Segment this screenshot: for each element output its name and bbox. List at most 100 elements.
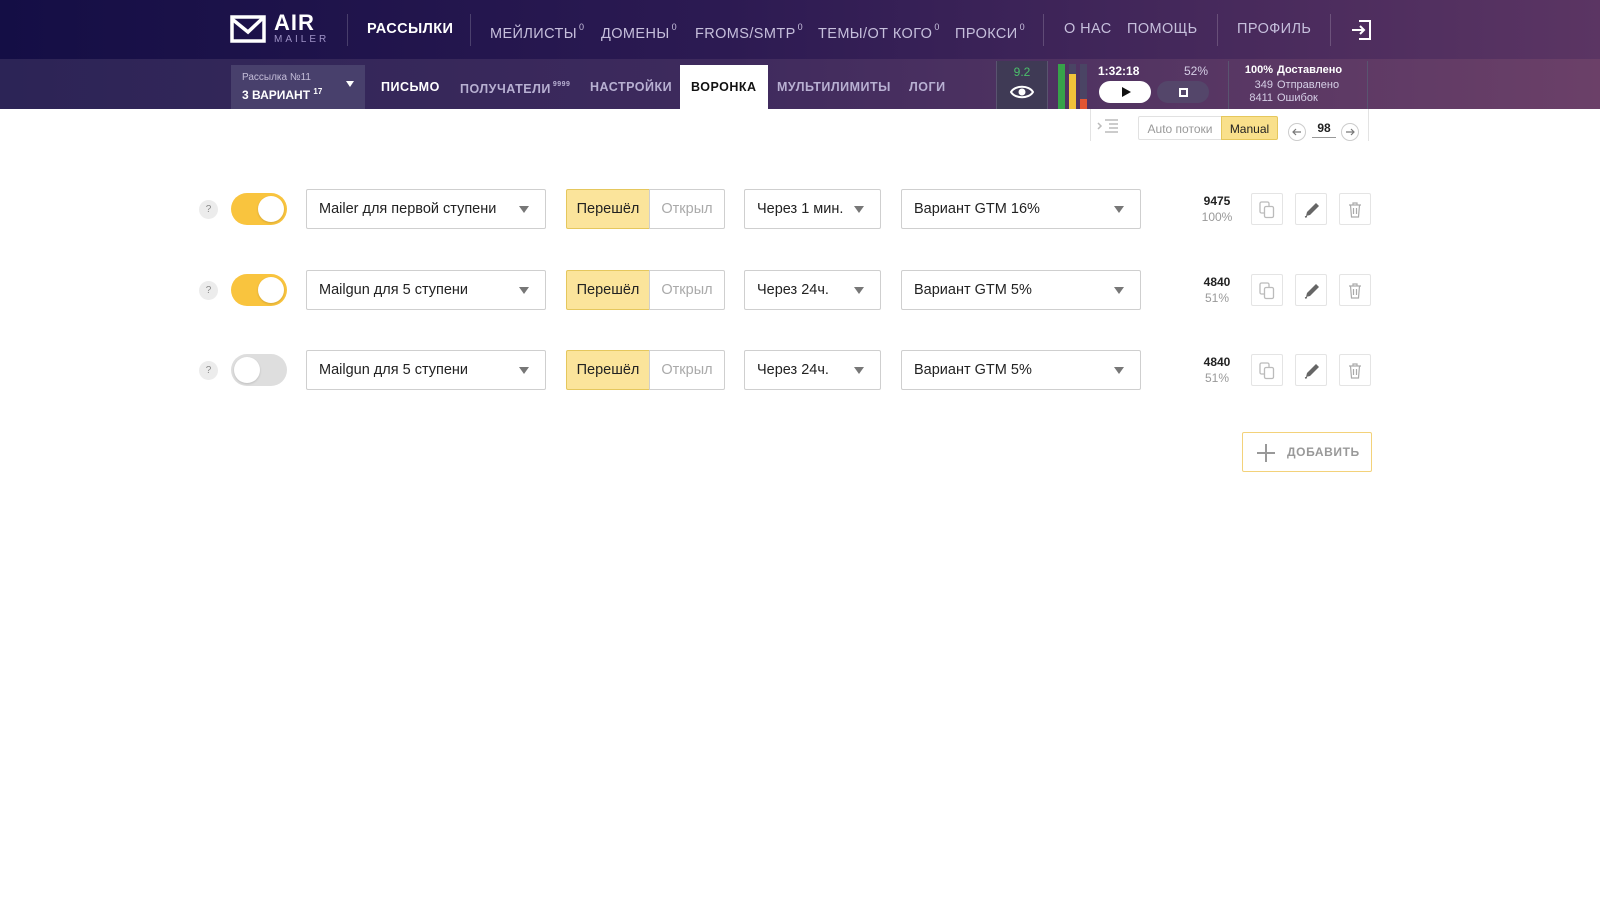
edit-button[interactable] bbox=[1295, 354, 1327, 386]
funnel-row: ? Mailer для первой ступени Перешёл Откр… bbox=[0, 189, 1600, 229]
condition-clicked[interactable]: Перешёл bbox=[566, 270, 650, 310]
sender-select[interactable]: Mailgun для 5 ступени bbox=[306, 270, 546, 310]
condition-clicked[interactable]: Перешёл bbox=[566, 350, 650, 390]
arrow-left-icon bbox=[1292, 128, 1301, 136]
add-step-button[interactable]: Добавить bbox=[1242, 432, 1372, 472]
logout-icon[interactable] bbox=[1350, 19, 1372, 41]
condition-opened[interactable]: Открыл bbox=[649, 350, 725, 390]
chevron-down-icon bbox=[854, 206, 864, 213]
delay-select[interactable]: Через 24ч. bbox=[744, 270, 881, 310]
funnel-row: ? Mailgun для 5 ступени Перешёл Открыл Ч… bbox=[0, 350, 1600, 390]
step-toggle[interactable] bbox=[231, 193, 287, 225]
divider bbox=[1043, 14, 1044, 46]
preview-button[interactable]: 9.2 bbox=[996, 61, 1048, 109]
funnel-row: ? Mailgun для 5 ступени Перешёл Открыл Ч… bbox=[0, 270, 1600, 310]
copy-button[interactable] bbox=[1251, 354, 1283, 386]
delay-select[interactable]: Через 24ч. bbox=[744, 350, 881, 390]
threads-list-icon[interactable] bbox=[1097, 118, 1119, 134]
copy-button[interactable] bbox=[1251, 274, 1283, 306]
divider bbox=[1217, 14, 1218, 46]
condition-clicked[interactable]: Перешёл bbox=[566, 189, 650, 229]
variant-select[interactable]: Вариант GTM 5% bbox=[901, 350, 1141, 390]
step-toggle[interactable] bbox=[231, 354, 287, 386]
tab-recipients[interactable]: Получатели 9999 bbox=[460, 65, 570, 109]
nav-item-subjects[interactable]: Темы/От кого 0 bbox=[818, 0, 940, 59]
chevron-down-icon bbox=[1114, 206, 1124, 213]
nav-item-mailings[interactable]: Рассылки bbox=[367, 0, 453, 59]
copy-icon bbox=[1259, 362, 1275, 380]
pencil-icon bbox=[1304, 364, 1319, 379]
step-toggle[interactable] bbox=[231, 274, 287, 306]
tab-settings[interactable]: Настройки bbox=[590, 65, 672, 109]
elapsed-timer: 1:32:18 bbox=[1098, 64, 1140, 78]
copy-icon bbox=[1259, 282, 1275, 300]
manual-button[interactable]: Manual bbox=[1221, 116, 1278, 140]
tab-letter[interactable]: Письмо bbox=[381, 65, 440, 109]
chevron-down-icon bbox=[519, 367, 529, 374]
nav-item-froms-smtp[interactable]: Froms/SMTP 0 bbox=[695, 0, 803, 59]
nav-item-maillists[interactable]: Мейлисты 0 bbox=[490, 0, 584, 59]
progress-percent: 52% bbox=[1183, 64, 1208, 78]
edit-button[interactable] bbox=[1295, 193, 1327, 225]
condition-opened[interactable]: Открыл bbox=[649, 270, 725, 310]
brand-sub: MAILER bbox=[274, 34, 330, 45]
auto-threads-button[interactable]: Auto потоки bbox=[1138, 116, 1222, 140]
tab-multilimits[interactable]: Мультилимиты bbox=[777, 65, 891, 109]
campaign-select[interactable]: Рассылка №11 3 Вариант 17 bbox=[231, 65, 365, 109]
chevron-down-icon bbox=[854, 287, 864, 294]
plus-icon bbox=[1257, 444, 1275, 462]
brand-name: AIR bbox=[274, 10, 315, 35]
chevron-down-icon bbox=[346, 81, 354, 87]
nav-item-help[interactable]: Помощь bbox=[1127, 0, 1198, 59]
sender-select[interactable]: Mailer для первой ступени bbox=[306, 189, 546, 229]
sender-select[interactable]: Mailgun для 5 ступени bbox=[306, 350, 546, 390]
pencil-icon bbox=[1304, 284, 1319, 299]
chevron-down-icon bbox=[519, 206, 529, 213]
nav-item-profile[interactable]: Профиль bbox=[1237, 0, 1311, 59]
campaign-number: Рассылка №11 bbox=[242, 72, 311, 83]
trash-icon bbox=[1349, 202, 1361, 218]
level-bar-red bbox=[1080, 99, 1087, 109]
pencil-icon bbox=[1304, 203, 1319, 218]
stop-button[interactable] bbox=[1157, 81, 1209, 103]
edit-button[interactable] bbox=[1295, 274, 1327, 306]
condition-opened[interactable]: Открыл bbox=[649, 189, 725, 229]
chevron-down-icon bbox=[519, 287, 529, 294]
divider bbox=[1090, 109, 1091, 141]
spam-score: 9.2 bbox=[1013, 65, 1031, 79]
tab-logs[interactable]: Логи bbox=[909, 65, 946, 109]
trash-icon bbox=[1349, 283, 1361, 299]
campaign-name: 3 Вариант 17 bbox=[242, 87, 323, 102]
chevron-down-icon bbox=[854, 367, 864, 374]
delete-button[interactable] bbox=[1339, 274, 1371, 306]
delete-button[interactable] bbox=[1339, 193, 1371, 225]
nav-item-domains[interactable]: Домены 0 bbox=[601, 0, 677, 59]
next-page-button[interactable] bbox=[1341, 123, 1359, 141]
delay-select[interactable]: Через 1 мин. bbox=[744, 189, 881, 229]
help-icon[interactable]: ? bbox=[199, 281, 218, 300]
divider bbox=[1368, 109, 1369, 141]
trash-icon bbox=[1349, 363, 1361, 379]
help-icon[interactable]: ? bbox=[199, 200, 218, 219]
variant-select[interactable]: Вариант GTM 5% bbox=[901, 270, 1141, 310]
level-bar-yellow bbox=[1069, 74, 1076, 109]
divider bbox=[1330, 14, 1331, 46]
logo[interactable]: AIR MAILER bbox=[230, 12, 329, 45]
delete-button[interactable] bbox=[1339, 354, 1371, 386]
nav-item-about[interactable]: О нас bbox=[1064, 0, 1112, 59]
copy-button[interactable] bbox=[1251, 193, 1283, 225]
chevron-down-icon bbox=[1114, 367, 1124, 374]
toggle-knob bbox=[258, 196, 284, 222]
divider bbox=[470, 14, 471, 46]
toggle-knob bbox=[258, 277, 284, 303]
top-nav: AIR MAILER Рассылки Мейлисты 0 Домены 0 Fr… bbox=[0, 0, 1600, 59]
divider bbox=[347, 14, 348, 46]
page-number[interactable]: 98 bbox=[1312, 121, 1336, 138]
prev-page-button[interactable] bbox=[1288, 123, 1306, 141]
play-button[interactable] bbox=[1099, 81, 1151, 103]
variant-select[interactable]: Вариант GTM 16% bbox=[901, 189, 1141, 229]
envelope-logo-icon bbox=[230, 14, 266, 43]
help-icon[interactable]: ? bbox=[199, 361, 218, 380]
nav-item-proxy[interactable]: Прокси 0 bbox=[955, 0, 1025, 59]
tab-funnel[interactable]: Воронка bbox=[680, 65, 768, 109]
